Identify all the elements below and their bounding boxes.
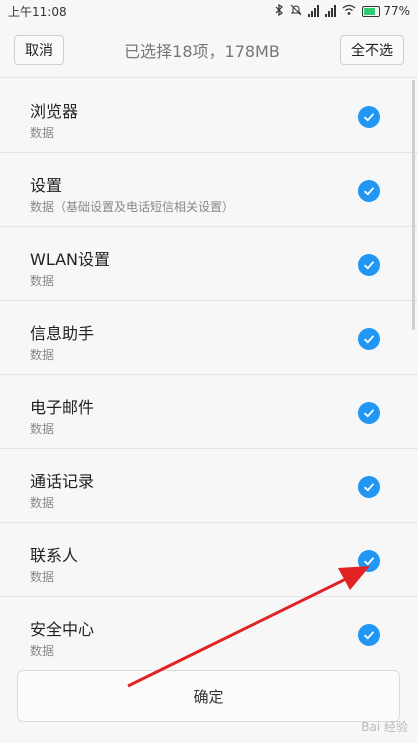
signal-icon xyxy=(308,5,320,17)
item-subtitle: 数据 xyxy=(30,422,55,436)
checkmark-icon[interactable] xyxy=(358,106,380,128)
checkmark-icon[interactable] xyxy=(358,328,380,350)
item-subtitle: 数据 xyxy=(30,570,55,584)
battery-icon: 77% xyxy=(362,4,410,18)
cancel-button[interactable]: 取消 xyxy=(14,34,64,65)
status-icons: 77% xyxy=(274,3,410,19)
selection-summary: 已选择18项，178MB xyxy=(124,41,280,61)
checkmark-icon[interactable] xyxy=(358,624,380,646)
item-subtitle: 数据 xyxy=(30,496,55,510)
list-item[interactable]: 信息助手 数据 xyxy=(0,301,418,375)
mute-icon xyxy=(290,4,302,19)
checkmark-icon[interactable] xyxy=(358,550,380,572)
checkmark-icon[interactable] xyxy=(358,402,380,424)
battery-percent: 77% xyxy=(383,4,410,18)
item-title: 信息助手 xyxy=(30,324,95,343)
item-subtitle: 数据（基础设置及电话短信相关设置） xyxy=(30,200,235,214)
item-title: 安全中心 xyxy=(30,620,95,639)
wifi-icon xyxy=(342,4,356,19)
item-title: WLAN设置 xyxy=(30,250,111,269)
item-title: 浏览器 xyxy=(30,102,79,121)
signal-icon xyxy=(325,5,337,17)
list-item[interactable]: 浏览器 数据 xyxy=(0,79,418,153)
selection-header: 取消 已选择18项，178MB 全不选 xyxy=(0,22,418,78)
item-subtitle: 数据 xyxy=(30,274,55,288)
list-item[interactable]: 通话记录 数据 xyxy=(0,449,418,523)
item-title: 设置 xyxy=(30,176,63,195)
checkmark-icon[interactable] xyxy=(358,180,380,202)
list-item[interactable]: 电子邮件 数据 xyxy=(0,375,418,449)
status-time: 上午11:08 xyxy=(8,4,67,19)
item-title: 联系人 xyxy=(30,546,79,565)
confirm-button[interactable]: 确定 xyxy=(17,670,400,722)
item-subtitle: 数据 xyxy=(30,644,55,658)
status-bar: 上午11:08 77% xyxy=(0,0,418,22)
item-title: 通话记录 xyxy=(30,472,95,491)
item-subtitle: 数据 xyxy=(30,126,55,140)
item-title: 电子邮件 xyxy=(30,398,95,417)
list-item[interactable]: 设置 数据（基础设置及电话短信相关设置） xyxy=(0,153,418,227)
list-item[interactable]: 安全中心 数据 xyxy=(0,597,418,662)
deselect-all-button[interactable]: 全不选 xyxy=(340,34,404,65)
watermark: Bai 经验 xyxy=(361,720,408,734)
backup-item-list: 浏览器 数据 设置 数据（基础设置及电话短信相关设置） WLAN设置 数据 信息… xyxy=(0,79,418,662)
checkmark-icon[interactable] xyxy=(358,476,380,498)
scrollbar[interactable] xyxy=(412,80,415,330)
item-subtitle: 数据 xyxy=(30,348,55,362)
footer-bar: 确定 xyxy=(0,662,418,743)
checkmark-icon[interactable] xyxy=(358,254,380,276)
bluetooth-icon xyxy=(274,3,284,19)
list-item[interactable]: WLAN设置 数据 xyxy=(0,227,418,301)
list-item[interactable]: 联系人 数据 xyxy=(0,523,418,597)
